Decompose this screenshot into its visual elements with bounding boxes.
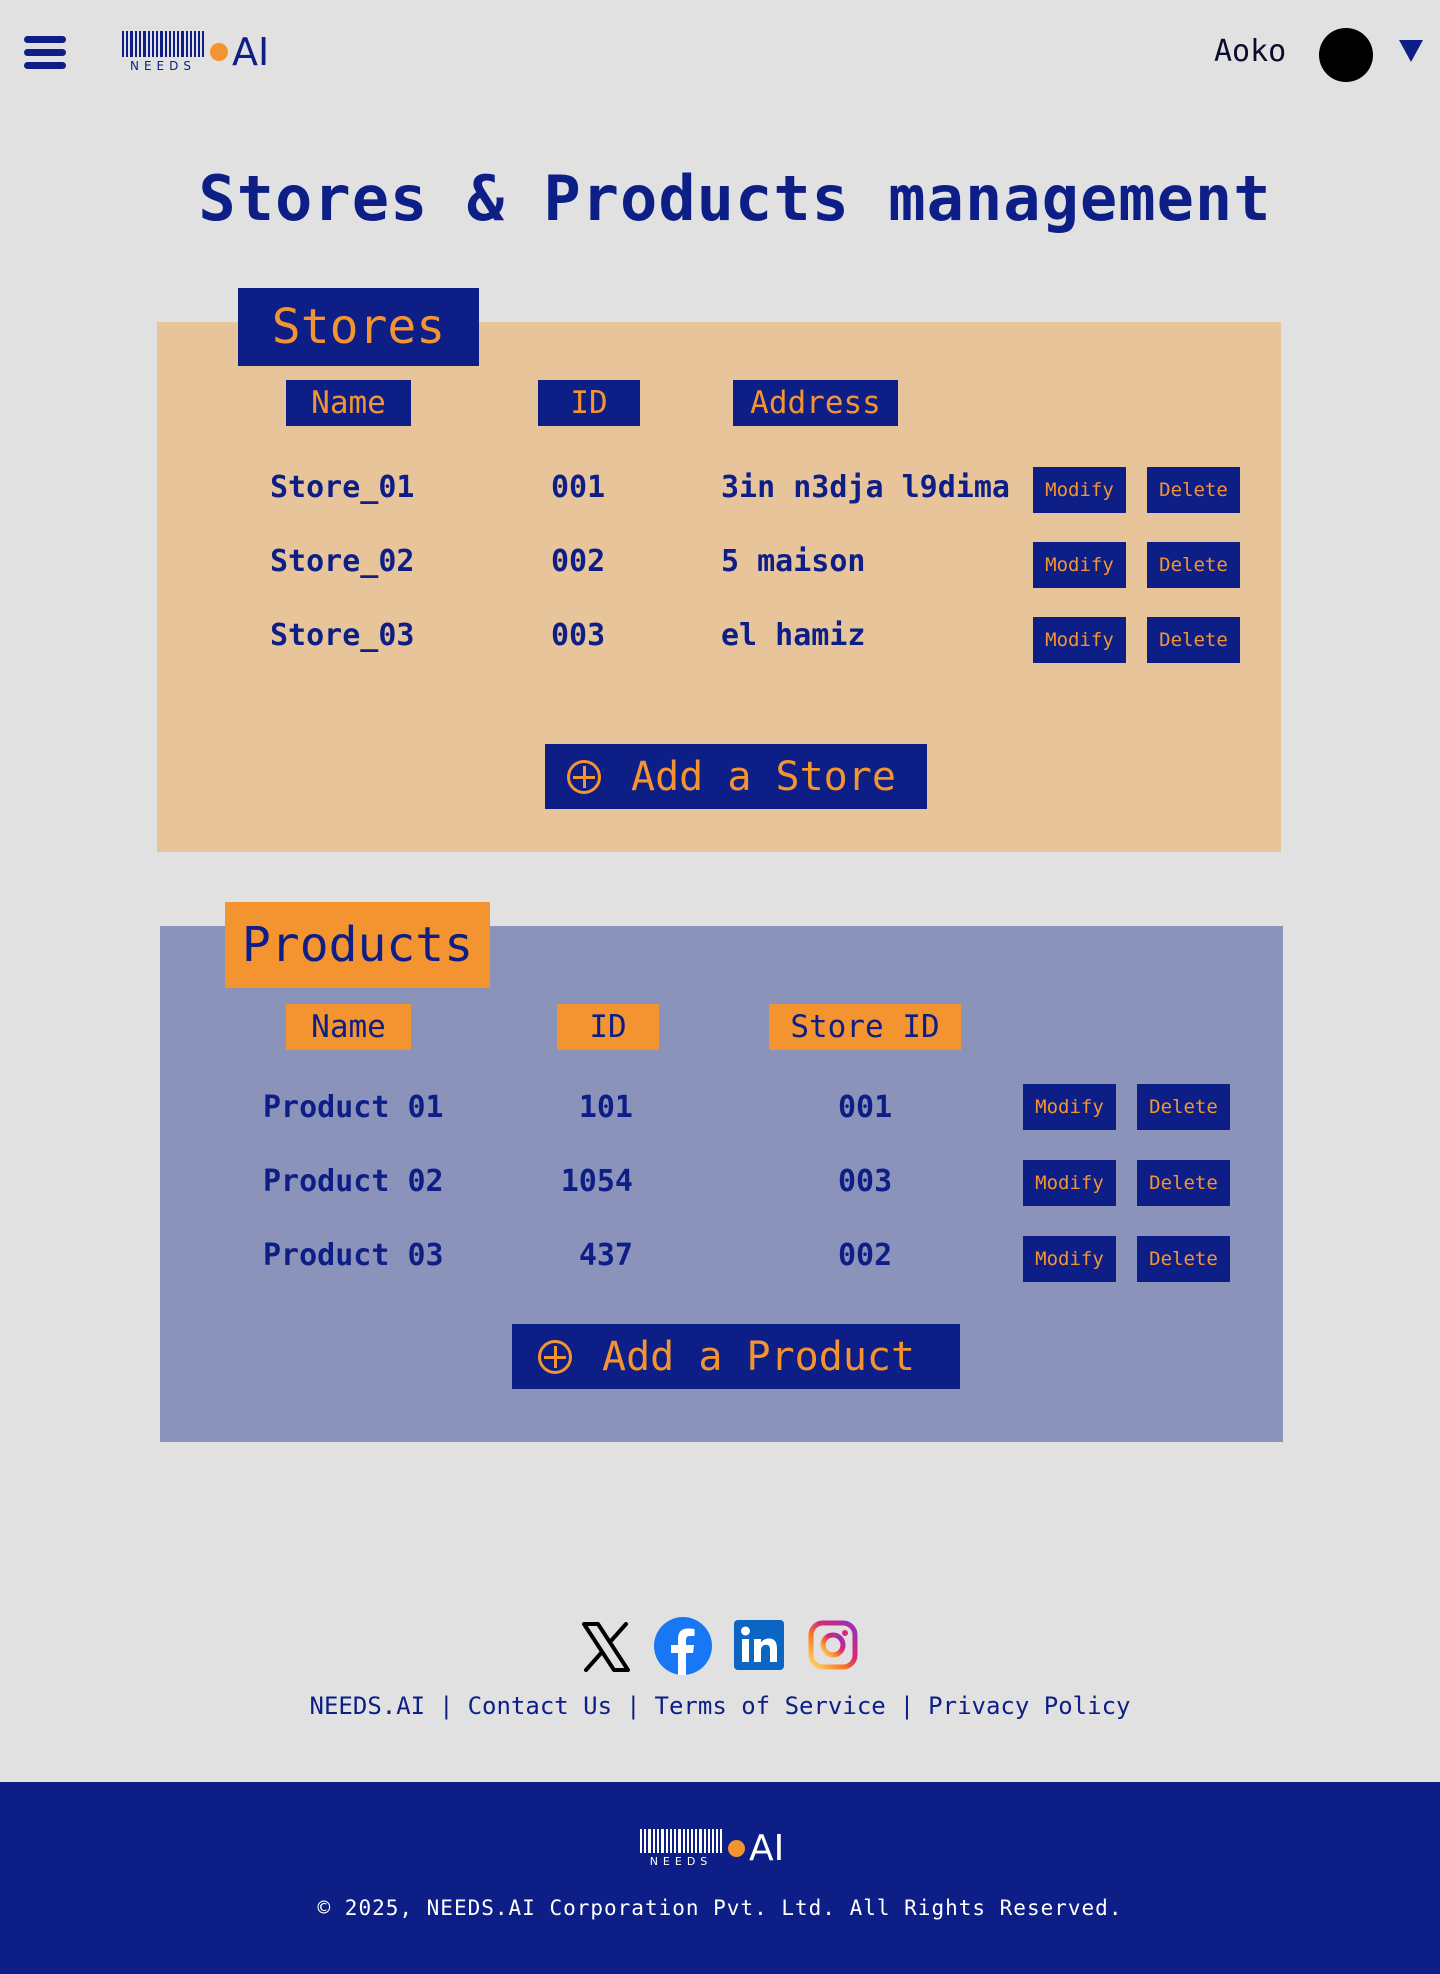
x-icon[interactable]: [578, 1620, 634, 1674]
logo-ai-text: AI: [749, 1828, 785, 1869]
delete-button[interactable]: Delete: [1137, 1160, 1230, 1206]
product-id: 437: [578, 1238, 633, 1273]
footer-band: [0, 1782, 1440, 1974]
store-address: el hamiz: [721, 618, 866, 653]
footer-link-contact[interactable]: Contact Us: [468, 1692, 613, 1720]
store-id: 001: [551, 470, 606, 505]
product-id: 101: [578, 1090, 633, 1125]
plus-circle-icon: [567, 759, 601, 794]
modify-button[interactable]: Modify: [1033, 542, 1126, 588]
page-title: Stores & Products management: [198, 162, 1272, 235]
product-name: Product 02: [263, 1164, 444, 1199]
footer-logo: NEEDS AI: [640, 1828, 784, 1869]
products-tab: Products: [225, 902, 490, 988]
product-store-id: 001: [838, 1090, 893, 1125]
products-col-name: Name: [286, 1004, 411, 1050]
logo-needs-text: NEEDS: [130, 59, 196, 73]
product-store-id: 002: [838, 1238, 893, 1273]
product-id: 1054: [560, 1164, 633, 1199]
store-id: 002: [551, 544, 606, 579]
linkedin-icon[interactable]: [734, 1620, 784, 1670]
delete-button[interactable]: Delete: [1147, 617, 1240, 663]
modify-button[interactable]: Modify: [1033, 617, 1126, 663]
chevron-down-icon[interactable]: [1399, 40, 1423, 62]
avatar[interactable]: [1319, 28, 1373, 82]
footer-separator: |: [899, 1692, 915, 1720]
delete-button[interactable]: Delete: [1137, 1084, 1230, 1130]
store-id: 003: [551, 618, 606, 653]
product-name: Product 03: [263, 1238, 444, 1273]
footer-separator: |: [439, 1692, 454, 1720]
product-name: Product 01: [263, 1090, 444, 1125]
modify-button[interactable]: Modify: [1023, 1236, 1116, 1282]
store-name: Store_01: [270, 470, 415, 505]
instagram-icon[interactable]: [808, 1620, 858, 1670]
logo-dot: [728, 1840, 745, 1857]
footer-link-terms[interactable]: Terms of Service: [655, 1692, 886, 1720]
store-name: Store_02: [270, 544, 415, 579]
footer-link-privacy[interactable]: Privacy Policy: [928, 1692, 1130, 1720]
menu-icon[interactable]: [24, 36, 66, 74]
add-store-button[interactable]: Add a Store: [545, 744, 927, 809]
store-address: 3in n3dja l9dima: [721, 470, 1010, 505]
logo-ai-text: AI: [232, 30, 270, 74]
copyright-text: © 2025, NEEDS.AI Corporation Pvt. Ltd. A…: [317, 1896, 1123, 1920]
facebook-icon[interactable]: [654, 1617, 712, 1675]
add-product-label: Add a Product: [602, 1333, 916, 1380]
modify-button[interactable]: Modify: [1033, 467, 1126, 513]
header-logo[interactable]: NEEDS AI: [122, 30, 269, 74]
store-name: Store_03: [270, 618, 415, 653]
username: Aoko: [1214, 34, 1287, 69]
modify-button[interactable]: Modify: [1023, 1084, 1116, 1130]
logo-needs-text: NEEDS: [649, 1855, 713, 1868]
stores-col-name: Name: [286, 380, 411, 426]
stores-col-address: Address: [733, 380, 898, 426]
delete-button[interactable]: Delete: [1137, 1236, 1230, 1282]
product-store-id: 003: [838, 1164, 893, 1199]
stores-col-id: ID: [538, 380, 640, 426]
footer-separator: |: [626, 1692, 641, 1720]
barcode-icon: [122, 31, 204, 57]
delete-button[interactable]: Delete: [1147, 542, 1240, 588]
products-col-id: ID: [557, 1004, 659, 1050]
stores-tab: Stores: [238, 288, 479, 366]
modify-button[interactable]: Modify: [1023, 1160, 1116, 1206]
delete-button[interactable]: Delete: [1147, 467, 1240, 513]
footer-links: NEEDS.AI | Contact Us | Terms of Service | Pri…: [0, 1692, 1440, 1720]
barcode-icon: [640, 1829, 722, 1853]
footer-link-needs[interactable]: NEEDS.AI: [310, 1692, 426, 1720]
products-col-store-id: Store ID: [769, 1004, 961, 1050]
plus-circle-icon: [538, 1339, 572, 1374]
logo-dot: [210, 43, 228, 61]
add-product-button[interactable]: Add a Product: [512, 1324, 960, 1389]
add-store-label: Add a Store: [631, 753, 896, 800]
store-address: 5 maison: [721, 544, 866, 579]
